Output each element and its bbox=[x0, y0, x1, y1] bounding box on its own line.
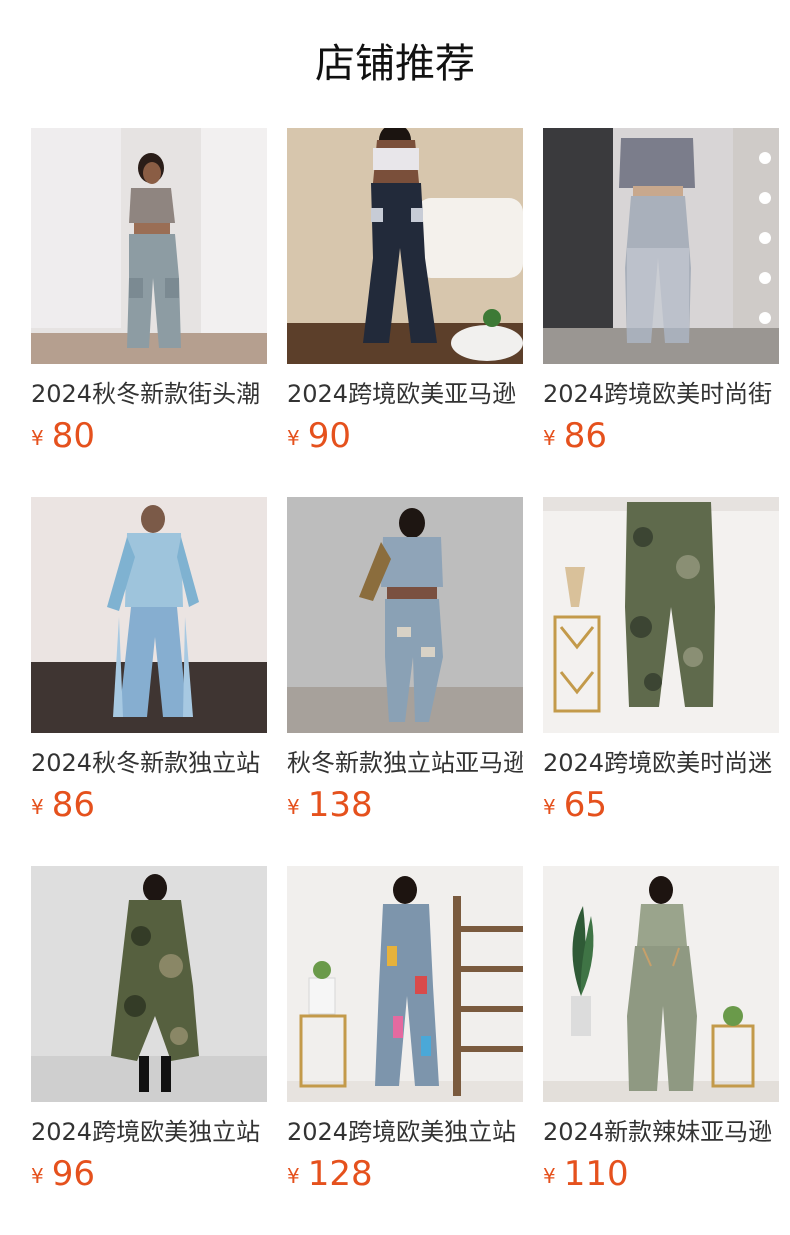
product-image[interactable] bbox=[543, 866, 779, 1102]
product-title[interactable]: 2024跨境欧美时尚街 bbox=[543, 378, 779, 410]
product-title[interactable]: 2024跨境欧美独立站 bbox=[287, 1116, 523, 1148]
product-price: ¥110 bbox=[543, 1154, 779, 1200]
product-card[interactable]: 2024新款辣妹亚马逊 ¥110 bbox=[543, 866, 779, 1235]
product-price: ¥90 bbox=[287, 416, 523, 462]
product-price: ¥138 bbox=[287, 785, 523, 831]
price-amount: 86 bbox=[563, 416, 607, 456]
price-amount: 96 bbox=[51, 1154, 95, 1194]
currency-symbol: ¥ bbox=[31, 795, 44, 819]
currency-symbol: ¥ bbox=[543, 426, 556, 450]
product-image[interactable] bbox=[287, 128, 523, 364]
product-card[interactable]: 2024跨境欧美时尚迷 ¥65 bbox=[543, 497, 779, 866]
currency-symbol: ¥ bbox=[287, 1164, 300, 1188]
price-amount: 90 bbox=[307, 416, 351, 456]
price-amount: 86 bbox=[51, 785, 95, 825]
product-title[interactable]: 2024跨境欧美亚马逊 bbox=[287, 378, 523, 410]
product-price: ¥128 bbox=[287, 1154, 523, 1200]
price-amount: 80 bbox=[51, 416, 95, 456]
currency-symbol: ¥ bbox=[287, 795, 300, 819]
product-image[interactable] bbox=[543, 128, 779, 364]
product-title[interactable]: 2024跨境欧美独立站 bbox=[31, 1116, 267, 1148]
product-price: ¥86 bbox=[31, 785, 267, 831]
currency-symbol: ¥ bbox=[31, 426, 44, 450]
product-image[interactable] bbox=[287, 497, 523, 733]
product-image[interactable] bbox=[31, 128, 267, 364]
product-title[interactable]: 2024秋冬新款街头潮 bbox=[31, 378, 267, 410]
product-price: ¥80 bbox=[31, 416, 267, 462]
product-card[interactable]: 2024秋冬新款独立站 ¥86 bbox=[31, 497, 267, 866]
price-amount: 110 bbox=[563, 1154, 629, 1194]
product-title[interactable]: 2024新款辣妹亚马逊 bbox=[543, 1116, 779, 1148]
product-card[interactable]: 秋冬新款独立站亚马逊 ¥138 bbox=[287, 497, 523, 866]
product-card[interactable]: 2024跨境欧美独立站 ¥128 bbox=[287, 866, 523, 1235]
product-title[interactable]: 2024秋冬新款独立站 bbox=[31, 747, 267, 779]
product-image[interactable] bbox=[543, 497, 779, 733]
product-image[interactable] bbox=[31, 866, 267, 1102]
product-price: ¥86 bbox=[543, 416, 779, 462]
product-image[interactable] bbox=[31, 497, 267, 733]
currency-symbol: ¥ bbox=[543, 795, 556, 819]
currency-symbol: ¥ bbox=[543, 1164, 556, 1188]
currency-symbol: ¥ bbox=[287, 426, 300, 450]
product-price: ¥65 bbox=[543, 785, 779, 831]
product-grid: 2024秋冬新款街头潮 ¥80 2024跨境欧美亚马逊 ¥90 2024跨境欧美… bbox=[31, 128, 779, 1235]
product-card[interactable]: 2024跨境欧美独立站 ¥96 bbox=[31, 866, 267, 1235]
product-title[interactable]: 2024跨境欧美时尚迷 bbox=[543, 747, 779, 779]
product-image[interactable] bbox=[287, 866, 523, 1102]
price-amount: 65 bbox=[563, 785, 607, 825]
product-card[interactable]: 2024跨境欧美亚马逊 ¥90 bbox=[287, 128, 523, 497]
currency-symbol: ¥ bbox=[31, 1164, 44, 1188]
product-card[interactable]: 2024跨境欧美时尚街 ¥86 bbox=[543, 128, 779, 497]
product-title[interactable]: 秋冬新款独立站亚马逊 bbox=[287, 747, 523, 779]
price-amount: 138 bbox=[307, 785, 373, 825]
product-card[interactable]: 2024秋冬新款街头潮 ¥80 bbox=[31, 128, 267, 497]
product-price: ¥96 bbox=[31, 1154, 267, 1200]
section-title: 店铺推荐 bbox=[315, 41, 475, 87]
price-amount: 128 bbox=[307, 1154, 373, 1194]
